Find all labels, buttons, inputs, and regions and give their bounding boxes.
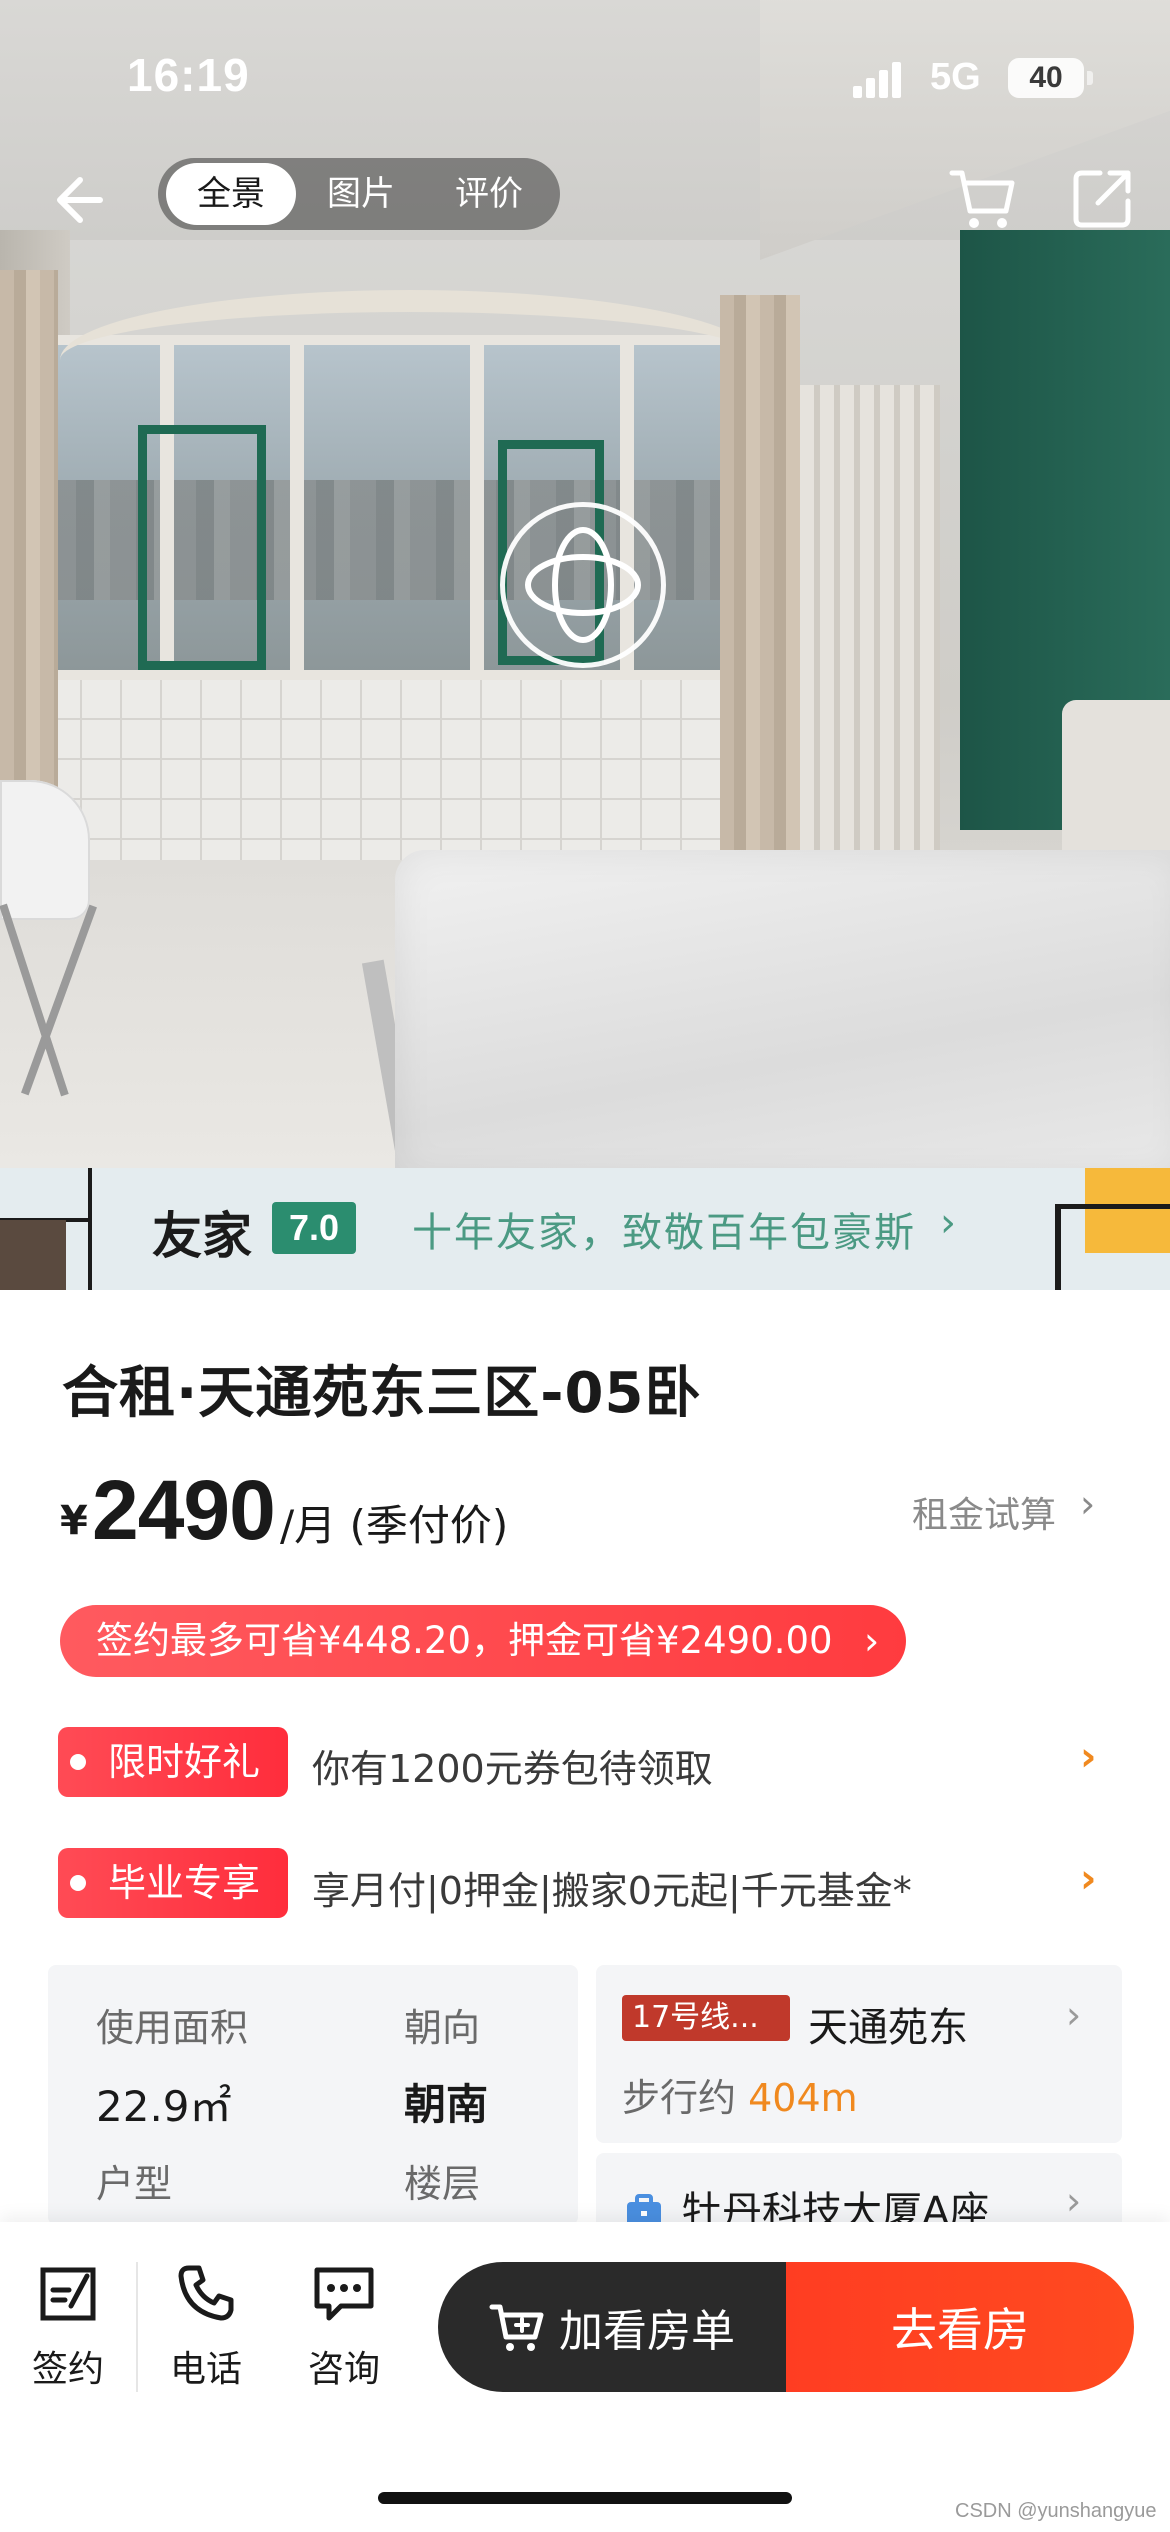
layout-label: 户型 [96,2162,173,2206]
area-label: 使用面积 [96,2006,249,2050]
media-tabs: 全景 图片 评价 [158,158,560,230]
photo-curtain [720,295,800,870]
listing-title: 合租·天通苑东三区-05卧 [62,1361,702,1426]
signal-icon [853,62,903,98]
chevron-right-icon: › [864,1619,880,1663]
tab-reviews[interactable]: 评价 [426,163,552,225]
phone-icon [178,2265,234,2321]
subway-card[interactable]: 17号线... 天通苑东 步行约 404m › [596,1965,1122,2143]
banner-brand: 友家 [152,1207,252,1265]
chevron-right-icon: › [1080,1482,1096,1526]
savings-banner[interactable]: 签约最多可省¥448.20，押金可省¥2490.00 [60,1605,906,1677]
watermark: CSDN @yunshangyue [955,2500,1157,2522]
orientation-label: 朝向 [404,2006,481,2050]
promo-tag-label: 毕业专享 [108,1861,261,1905]
contract-icon [40,2267,96,2321]
subway-line-badge: 17号线... [622,1995,790,2041]
tag-dot [70,1754,86,1770]
promo-banner[interactable]: 友家 7.0 十年友家，致敬百年包豪斯 › [0,1168,1170,1290]
cart-add-icon [489,2304,544,2351]
orientation-value: 朝南 [404,2080,489,2129]
photo-bed [395,850,1170,1168]
network-label: 5G [930,56,981,98]
cta-group: 加看房单 去看房 [438,2262,1134,2392]
share-icon[interactable] [1070,165,1136,231]
photo-mullion [290,335,304,680]
arrow-left-icon[interactable] [52,170,112,230]
chevron-right-icon: › [1066,2179,1082,2223]
price-currency: ¥ [60,1498,88,1544]
floor-label: 楼层 [404,2162,481,2206]
sign-button[interactable]: 签约 [18,2262,118,2392]
promo-tag-limited-gift: 限时好礼 [58,1727,288,1797]
cart-icon[interactable] [948,165,1018,231]
chevron-right-icon: › [940,1200,956,1246]
call-label: 电话 [169,2349,242,2390]
photo-mullion [470,335,484,680]
consult-button[interactable]: 咨询 [294,2262,394,2392]
promo-text-graduate[interactable]: 享月付|0押金|搬家0元起|千元基金* [312,1860,912,1915]
book-viewing-button[interactable]: 去看房 [786,2262,1134,2392]
battery-icon: 40 [1008,58,1084,98]
promo-tag-graduate: 毕业专享 [58,1848,288,1918]
banner-slogan: 十年友家，致敬百年包豪斯 [412,1210,916,1256]
add-to-viewing-list-button[interactable]: 加看房单 [438,2262,786,2392]
price-value: 2490 [92,1463,276,1557]
home-indicator[interactable] [378,2492,792,2504]
chevron-right-icon[interactable]: › [1080,1734,1096,1780]
status-time: 16:19 [127,49,250,101]
chat-icon [314,2267,374,2321]
promo-text-coupon[interactable]: 你有1200元券包待领取 [312,1738,713,1793]
sign-label: 签约 [31,2349,104,2390]
tab-photos[interactable]: 图片 [296,163,426,225]
chevron-right-icon[interactable]: › [1080,1856,1096,1902]
banner-decoration [1055,1168,1170,1290]
rent-calculator-link[interactable]: 租金试算 [912,1486,1056,1538]
banner-score-badge: 7.0 [272,1202,356,1254]
price-unit: /月 (季付价) [280,1501,509,1550]
add-label: 加看房单 [559,2306,735,2357]
call-button[interactable]: 电话 [156,2262,256,2392]
banner-decoration [0,1168,92,1290]
chevron-right-icon: › [1066,1993,1082,2037]
divider [136,2262,138,2392]
walk-distance-value: 404m [748,2076,858,2120]
photo-arch [60,290,760,360]
promo-tag-label: 限时好礼 [108,1740,261,1784]
tag-dot [70,1875,86,1891]
tab-panorama[interactable]: 全景 [166,163,296,225]
walk-distance: 步行约 404m [622,2067,858,2122]
battery-tip [1087,71,1093,85]
consult-label: 咨询 [307,2349,380,2390]
area-value: 22.9㎡ [96,2082,232,2131]
photo-radiator [800,385,940,875]
photo-window-frame [138,425,266,670]
walk-prefix: 步行约 [622,2076,737,2120]
spec-card: 使用面积 22.9㎡ 朝向 朝南 户型 楼层 [48,1965,578,2225]
subway-station: 天通苑东 [808,2005,968,2051]
panorama-360-icon[interactable] [500,502,666,668]
